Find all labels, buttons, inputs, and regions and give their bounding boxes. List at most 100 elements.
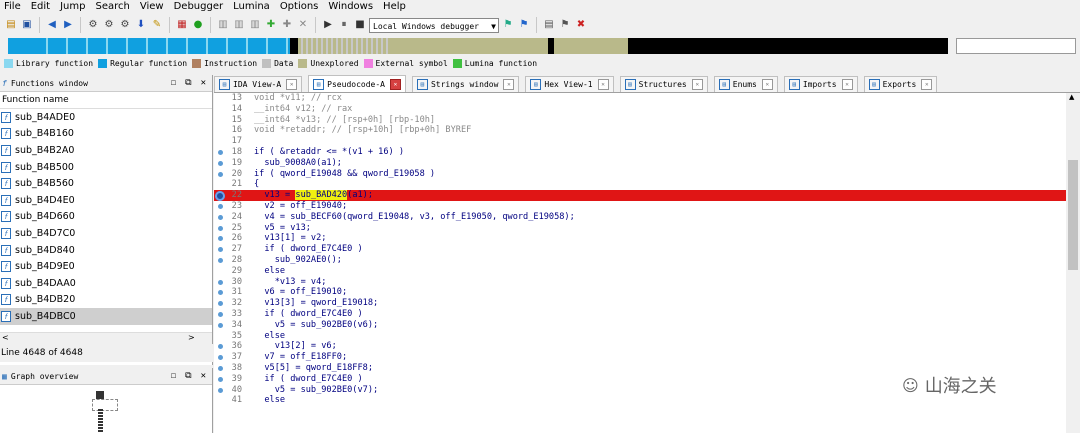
code-line[interactable]: 21 { (214, 179, 1066, 190)
scroll-right-icon[interactable]: > (188, 333, 195, 342)
menu-item-lumina[interactable]: Lumina (229, 0, 276, 13)
menu-item-search[interactable]: Search (92, 0, 136, 13)
graph-icon[interactable]: ▦ (175, 18, 189, 32)
function-list-item[interactable]: f sub_B4DB20 (0, 292, 212, 309)
code-line[interactable]: 35 else (214, 331, 1066, 342)
function-list-item[interactable]: f sub_B4DAA0 (0, 275, 212, 292)
menu-item-debugger[interactable]: Debugger (170, 0, 230, 13)
code-line[interactable]: 36 v13[2] = v6; (214, 341, 1066, 352)
line-marker-icon[interactable] (218, 257, 223, 263)
line-marker-icon[interactable] (218, 160, 223, 166)
menu-item-jump[interactable]: Jump (56, 0, 91, 13)
stop-icon[interactable]: ■ (353, 18, 367, 32)
line-marker-icon[interactable] (218, 290, 223, 296)
float-icon[interactable]: ⧉ (185, 75, 191, 91)
code-line[interactable]: 28 sub_902AE0(); (214, 255, 1066, 266)
function-list-item[interactable]: f sub_B4D7C0 (0, 225, 212, 242)
line-marker-icon[interactable] (218, 171, 223, 177)
line-marker-icon[interactable] (218, 322, 223, 328)
line-marker-icon[interactable] (218, 355, 223, 361)
code-line[interactable]: 27 if ( dword_E7C4E0 ) (214, 244, 1066, 255)
analysis-icon[interactable]: ⚙ (118, 18, 132, 32)
debug-option-icon[interactable]: ⚑ (501, 18, 515, 32)
scroll-up-icon[interactable]: ▲ (1069, 93, 1074, 101)
code-line[interactable]: 23 v2 = off_E19040; (214, 201, 1066, 212)
highlighted-code-line[interactable]: 22 v13 = sub_BAD420(a1); (214, 190, 1066, 202)
function-list-item[interactable]: f sub_B4ADE0 (0, 109, 212, 126)
tab-enums[interactable]: ▤ Enums ✕ (713, 76, 778, 92)
close-icon[interactable]: ✕ (201, 368, 206, 384)
code-line[interactable]: 24 v4 = sub_BECF60(qword_E19048, v3, off… (214, 212, 1066, 223)
menu-item-view[interactable]: View (136, 0, 170, 13)
plugin-icon[interactable]: ✚ (264, 18, 278, 32)
close-icon[interactable]: ✕ (503, 79, 515, 90)
navigation-dropdown[interactable] (956, 38, 1076, 54)
navigation-band[interactable] (8, 38, 948, 54)
menu-item-edit[interactable]: Edit (27, 0, 56, 13)
function-list-item[interactable]: f sub_B4B560 (0, 175, 212, 192)
function-list-item[interactable]: f sub_B4D840 (0, 242, 212, 259)
restore-icon[interactable]: ☐ (171, 368, 176, 384)
analysis-icon[interactable]: ⚙ (102, 18, 116, 32)
line-marker-icon[interactable] (218, 301, 223, 307)
line-marker-icon[interactable] (218, 344, 223, 350)
close-icon[interactable]: ✕ (921, 79, 933, 90)
line-marker-icon[interactable] (218, 236, 223, 242)
breakpoint-icon[interactable]: ▤ (542, 18, 556, 32)
function-name-column-header[interactable]: Function name (0, 92, 212, 109)
code-line[interactable]: 18 if ( &retaddr <= *(v1 + 16) ) (214, 147, 1066, 158)
scroll-left-icon[interactable]: < (2, 333, 9, 342)
save-icon[interactable]: ▣ (20, 18, 34, 32)
line-marker-icon[interactable] (218, 149, 223, 155)
open-icon[interactable]: ▤ (4, 18, 18, 32)
tab-strings-window[interactable]: ▤ Strings window ✕ (411, 76, 520, 92)
close-icon[interactable]: ✕ (389, 78, 401, 90)
tab-exports[interactable]: ▤ Exports ✕ (863, 76, 938, 92)
menu-item-windows[interactable]: Windows (324, 0, 379, 13)
menu-item-file[interactable]: File (0, 0, 27, 13)
function-list-item[interactable]: f sub_B4DBC0 (0, 308, 212, 325)
tab-structures[interactable]: ▤ Structures ✕ (619, 76, 708, 92)
function-list-item[interactable]: f sub_B4D4E0 (0, 192, 212, 209)
code-line[interactable]: 25 v5 = v13; (214, 223, 1066, 234)
code-line[interactable]: 20 if ( qword_E19048 && qword_E19058 ) (214, 169, 1066, 180)
go-icon[interactable]: ● (191, 18, 205, 32)
close-icon[interactable]: ✕ (597, 79, 609, 90)
function-list-item[interactable]: f sub_B4B2A0 (0, 142, 212, 159)
code-line[interactable]: 30 *v13 = v4; (214, 277, 1066, 288)
menu-item-help[interactable]: Help (379, 0, 412, 13)
cross-reference-icon[interactable]: ✕ (296, 18, 310, 32)
code-line[interactable]: 31 v6 = off_E19010; (214, 287, 1066, 298)
chart-icon[interactable]: ▥ (248, 18, 262, 32)
breakpoint-icon[interactable]: ✖ (574, 18, 588, 32)
breakpoint-icon[interactable]: ⚑ (558, 18, 572, 32)
function-list-item[interactable]: f sub_B4D660 (0, 209, 212, 226)
analysis-icon[interactable]: ⚙ (86, 18, 100, 32)
code-line[interactable]: 37 v7 = off_E18FF0; (214, 352, 1066, 363)
line-marker-icon[interactable] (218, 247, 223, 253)
graph-overview-canvas[interactable] (0, 385, 212, 433)
pause-icon[interactable]: ⏸ (337, 18, 351, 32)
code-line[interactable]: 13 void *v11; // rcx (214, 93, 1066, 104)
menu-item-options[interactable]: Options (276, 0, 325, 13)
close-icon[interactable]: ✕ (761, 79, 773, 90)
code-line[interactable]: 15 __int64 *v13; // [rsp+0h] [rbp-10h] (214, 115, 1066, 126)
chart-icon[interactable]: ▥ (232, 18, 246, 32)
tab-imports[interactable]: ▤ Imports ✕ (783, 76, 858, 92)
code-line[interactable]: 14 __int64 v12; // rax (214, 104, 1066, 115)
float-icon[interactable]: ⧉ (185, 368, 191, 384)
scroll-thumb[interactable] (1068, 160, 1078, 270)
code-line[interactable]: 33 if ( dword_E7C4E0 ) (214, 309, 1066, 320)
code-line[interactable]: 17 (214, 136, 1066, 147)
play-icon[interactable]: ▶ (321, 18, 335, 32)
line-marker-icon[interactable] (218, 387, 223, 393)
close-icon[interactable]: ✕ (841, 79, 853, 90)
code-line[interactable]: 32 v13[3] = qword_E19018; (214, 298, 1066, 309)
code-line[interactable]: 16 void *retaddr; // [rsp+10h] [rbp+0h] B… (214, 125, 1066, 136)
line-marker-icon[interactable] (218, 279, 223, 285)
code-line[interactable]: 29 else (214, 266, 1066, 277)
line-marker-icon[interactable] (218, 376, 223, 382)
plugin-icon[interactable]: ✚ (280, 18, 294, 32)
line-marker-icon[interactable] (218, 365, 223, 371)
line-marker-icon[interactable] (218, 214, 223, 220)
